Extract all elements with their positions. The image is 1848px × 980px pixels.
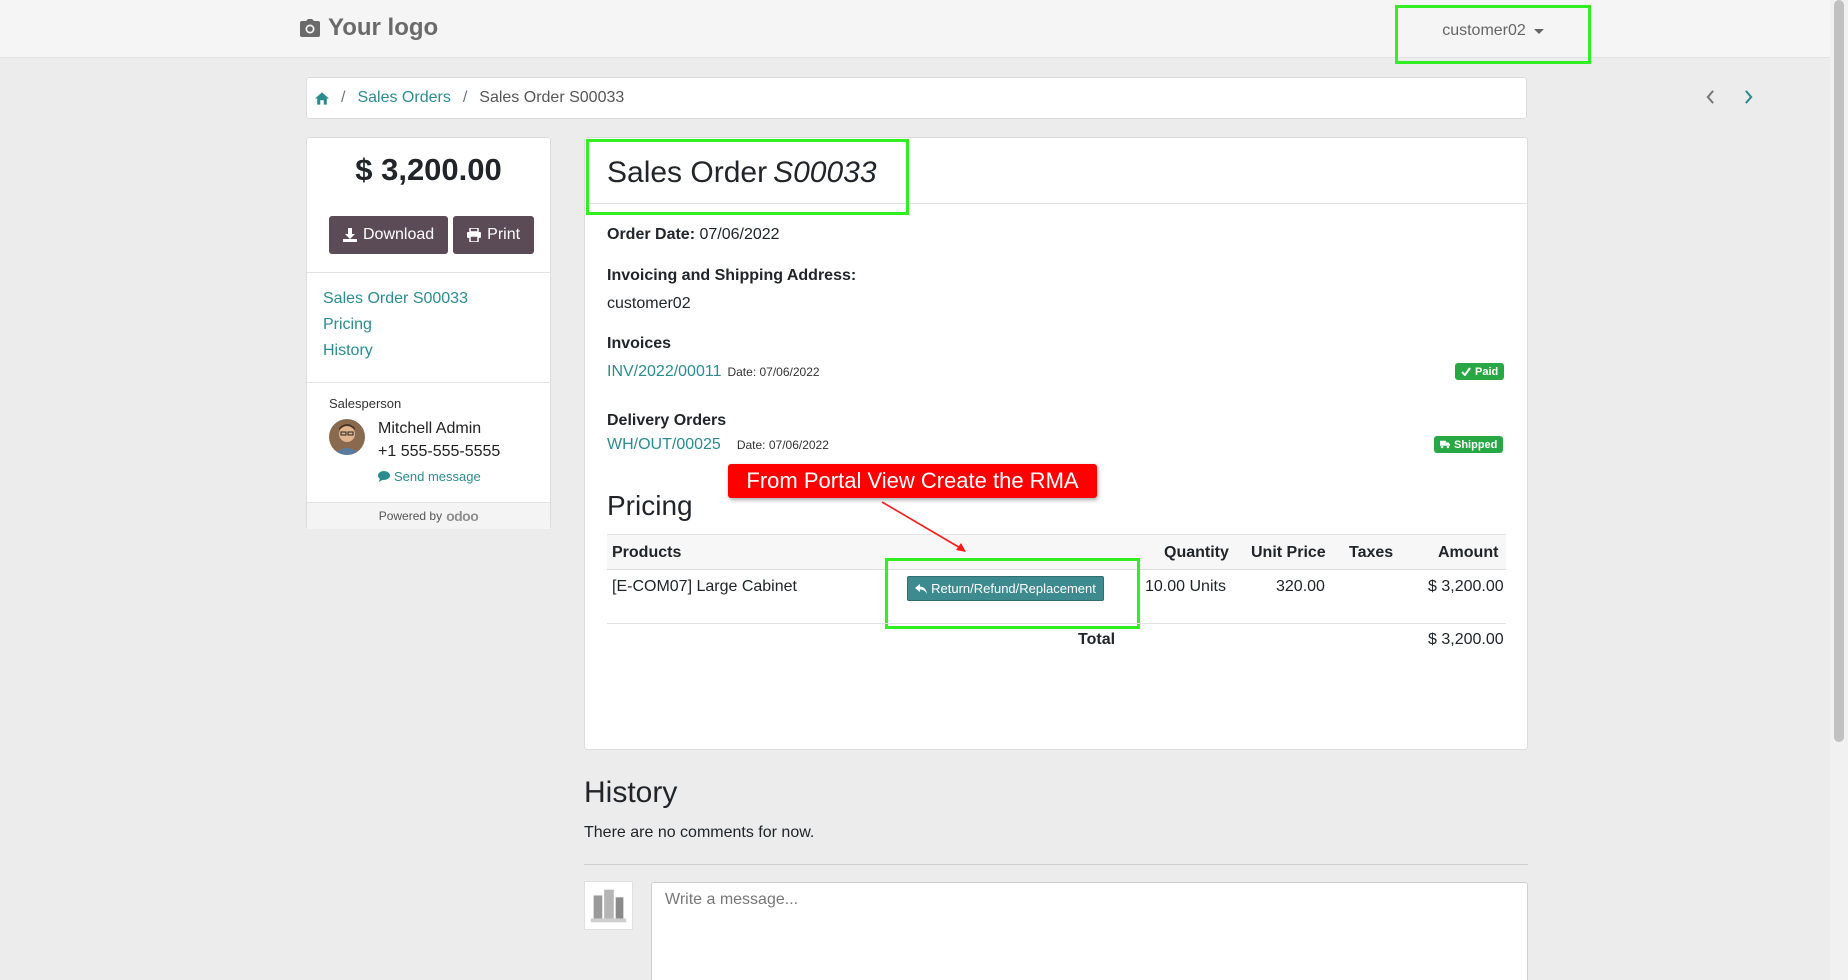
chevron-right-icon [1744, 90, 1753, 104]
invoice-date-value: 07/06/2022 [759, 365, 820, 379]
breadcrumb-separator: / [462, 89, 468, 106]
annotation-arrow-icon [881, 501, 966, 552]
breadcrumb-separator: / [341, 89, 346, 106]
address-value: customer02 [607, 295, 691, 312]
salesperson-avatar [329, 419, 365, 455]
history-section-title: History [584, 776, 678, 809]
invoice-row: INV/2022/00011 Date: 07/06/2022 [607, 363, 820, 381]
product-quantity: 10.00 Units [1145, 578, 1226, 595]
shipped-label: Shipped [1454, 438, 1498, 451]
order-date-label: Order Date: [607, 226, 696, 243]
person-avatar-icon [329, 419, 365, 455]
sidebar-divider [307, 382, 550, 383]
comment-icon [378, 471, 390, 482]
order-date-value: 07/06/2022 [699, 226, 780, 243]
title-highlight-box [586, 139, 909, 215]
delivery-date: Date: 07/06/2022 [737, 438, 829, 452]
order-date: Order Date: 07/06/2022 [607, 226, 780, 244]
send-message-link[interactable]: Send message [378, 469, 481, 484]
scrollbar-thumb[interactable] [1834, 0, 1844, 742]
chevron-left-icon [1705, 90, 1714, 104]
check-icon [1461, 367, 1471, 376]
history-divider [584, 864, 1528, 865]
download-label: Download [363, 226, 435, 243]
sidebar-divider [307, 272, 550, 273]
sidebar-nav-history[interactable]: History [323, 342, 468, 360]
history-empty-text: There are no comments for now. [584, 824, 815, 841]
paid-label: Paid [1475, 365, 1499, 378]
truck-icon [1440, 440, 1450, 449]
delivery-date-value: 07/06/2022 [768, 438, 829, 452]
powered-by-footer: Powered by odoo [307, 502, 550, 529]
download-icon [343, 228, 357, 242]
rma-highlight-box [885, 558, 1140, 629]
column-header-taxes: Taxes [1349, 544, 1394, 561]
previous-record-button[interactable] [1702, 86, 1718, 108]
print-icon [467, 228, 482, 242]
delivery-link[interactable]: WH/OUT/00025 [607, 436, 721, 454]
product-name: [E-COM07] Large Cabinet [612, 578, 797, 595]
odoo-logo[interactable]: odoo [446, 508, 479, 524]
user-placeholder-icon [590, 889, 627, 923]
delivery-orders-label: Delivery Orders [607, 412, 727, 429]
column-header-quantity: Quantity [1164, 544, 1229, 561]
annotation-callout: From Portal View Create the RMA [728, 464, 1097, 498]
order-summary-sidebar: $ 3,200.00 Download Print Sales Order S0… [306, 137, 551, 529]
caret-down-icon [1533, 29, 1544, 34]
total-label: Total [1078, 631, 1116, 648]
column-header-unit-price: Unit Price [1251, 544, 1326, 561]
pricing-section-title: Pricing [607, 490, 693, 521]
shipped-badge: Shipped [1434, 436, 1504, 453]
invoice-date-label: Date: [727, 365, 757, 379]
user-name: customer02 [1442, 22, 1526, 39]
send-message-label: Send message [394, 469, 481, 484]
invoice-date: Date: 07/06/2022 [727, 365, 819, 379]
odoo-logo-text: odoo [446, 508, 479, 524]
sidebar-nav: Sales Order S00033 Pricing History [323, 290, 468, 360]
camera-icon [300, 19, 320, 37]
print-button[interactable]: Print [453, 216, 535, 254]
download-button[interactable]: Download [329, 216, 449, 254]
breadcrumb-current: Sales Order S00033 [479, 89, 625, 106]
logo[interactable]: Your logo [300, 14, 438, 42]
breadcrumb-sales-orders-link[interactable]: Sales Orders [357, 89, 450, 107]
next-record-button[interactable] [1740, 86, 1756, 108]
product-unit-price: 320.00 [1276, 578, 1325, 595]
logo-text: Your logo [328, 14, 439, 41]
composer-avatar [584, 881, 633, 930]
invoices-label: Invoices [607, 335, 672, 352]
user-menu[interactable]: customer02 [1395, 5, 1591, 64]
print-label: Print [487, 226, 521, 243]
sidebar-nav-pricing[interactable]: Pricing [323, 316, 468, 334]
product-amount: $ 3,200.00 [1428, 578, 1504, 595]
salesperson-label: Salesperson [329, 396, 402, 411]
total-value: $ 3,200.00 [1428, 631, 1504, 648]
sidebar-nav-sales-order[interactable]: Sales Order S00033 [323, 290, 468, 308]
top-navbar: Your logo customer02 [0, 0, 1830, 64]
column-header-products: Products [612, 544, 682, 561]
address-label: Invoicing and Shipping Address: [607, 267, 857, 284]
total-divider [607, 623, 1506, 624]
column-header-amount: Amount [1438, 544, 1499, 561]
delivery-date-label: Date: [736, 438, 766, 452]
home-icon[interactable] [315, 91, 329, 105]
paid-badge: Paid [1455, 363, 1505, 380]
message-input[interactable] [651, 882, 1528, 980]
sidebar-actions: Download Print [329, 216, 535, 254]
powered-by-label: Powered by [378, 509, 443, 523]
sales-order-card: Sales Order S00033 Order Date: 07/06/2022… [584, 137, 1528, 750]
invoice-link[interactable]: INV/2022/00011 [607, 363, 721, 381]
breadcrumb: / Sales Orders / Sales Order S00033 [306, 77, 1753, 119]
delivery-row: WH/OUT/00025 Date: 07/06/2022 [607, 436, 829, 454]
salesperson-phone: +1 555-555-5555 [378, 443, 501, 460]
order-total-amount: $ 3,200.00 [355, 152, 502, 187]
salesperson-name: Mitchell Admin [378, 420, 482, 437]
record-pager [1702, 86, 1756, 108]
